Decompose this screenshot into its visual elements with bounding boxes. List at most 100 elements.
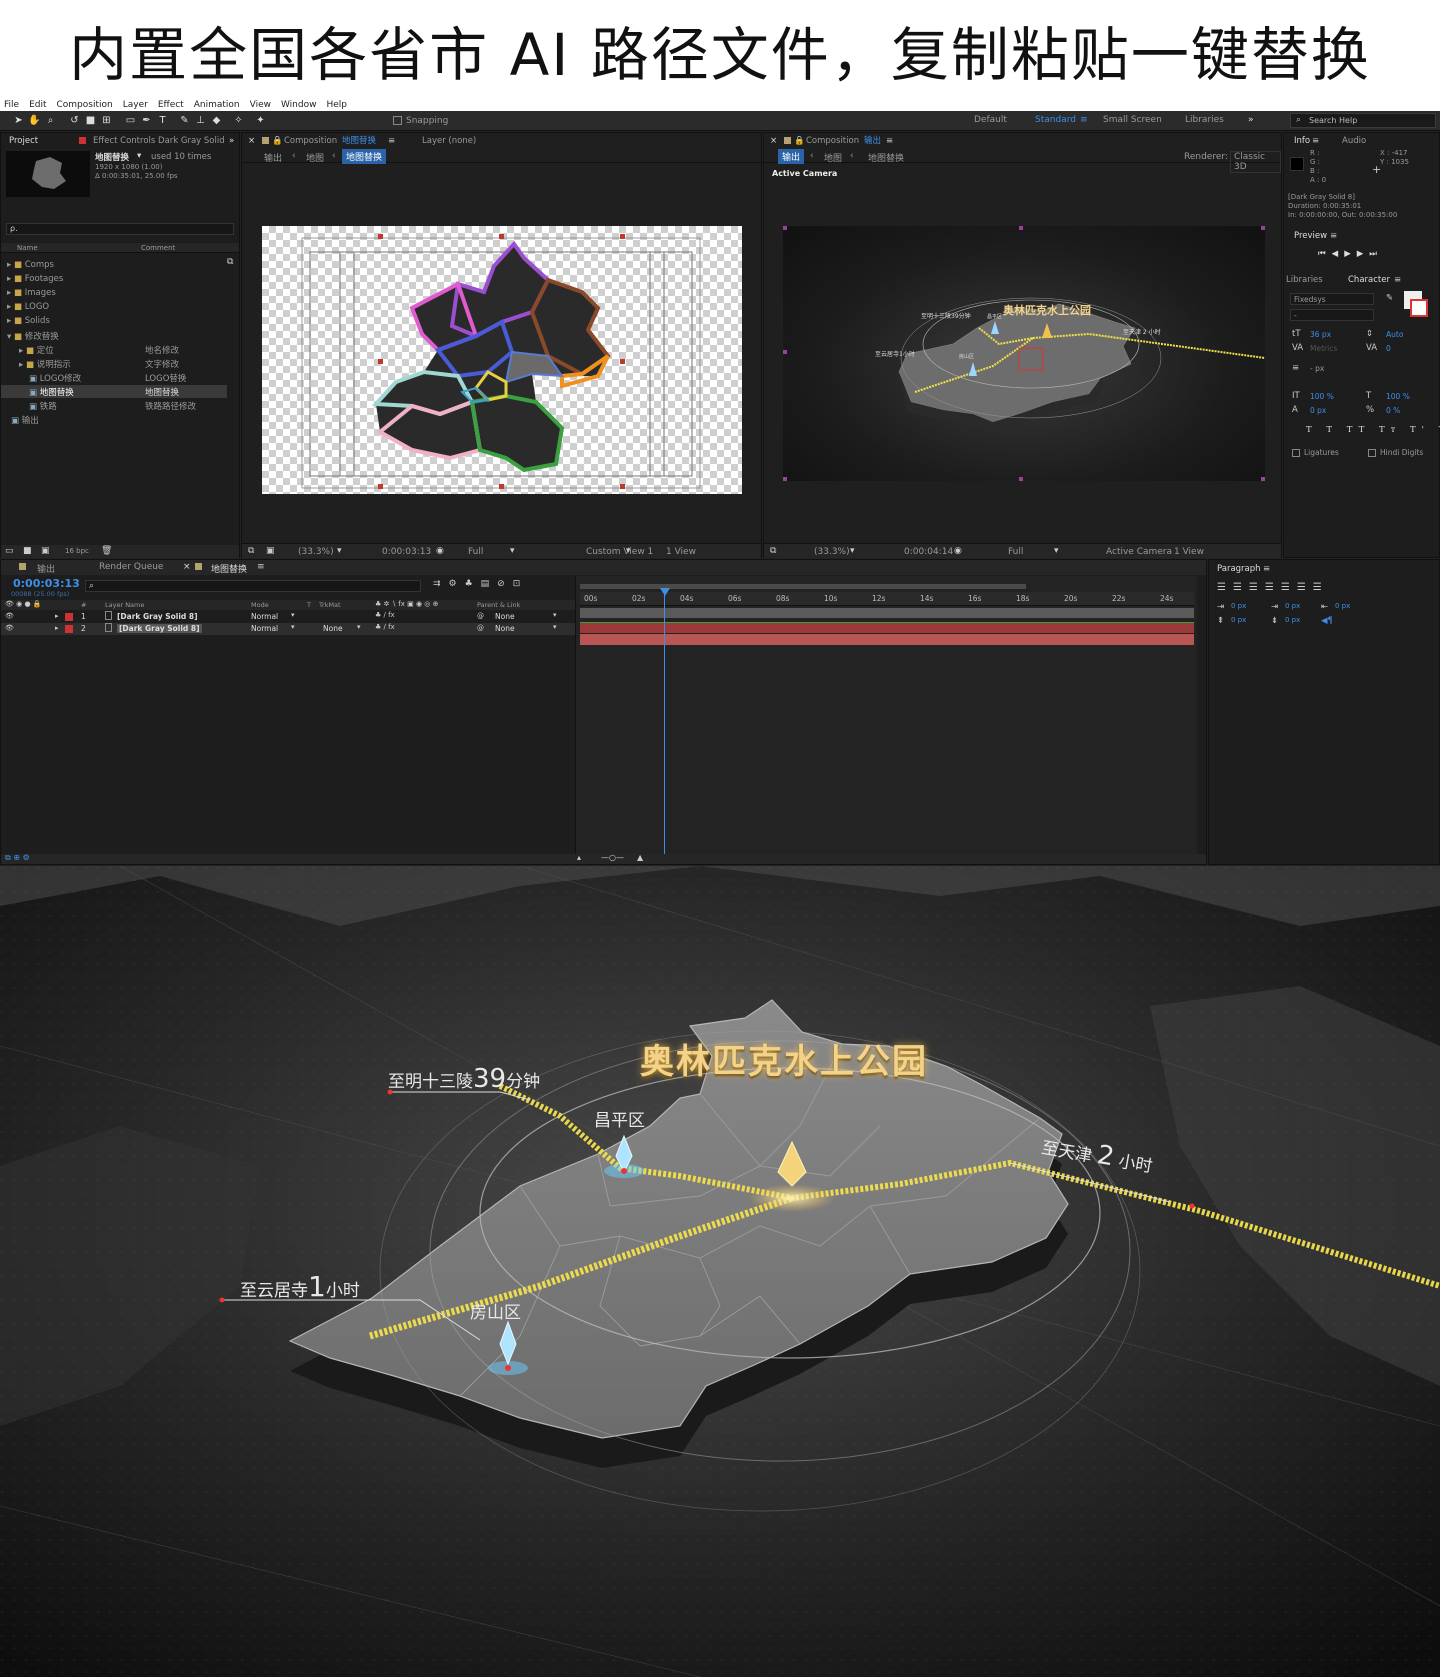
search-help-field[interactable]: ⌕ Search Help [1290,113,1436,128]
ligatures-checkbox[interactable] [1292,449,1300,457]
workspace-default[interactable]: Default [974,115,1007,125]
snapshot-icon[interactable]: ◉ [954,546,962,556]
resolution-dropdown-icon[interactable]: ▾ [1054,546,1059,556]
view-dropdown-icon[interactable]: ▾ [626,546,631,556]
list-item-selected[interactable]: ▣ 地图替换 [29,386,74,398]
column-comment[interactable]: Comment [141,244,175,252]
roto-brush-tool-icon[interactable]: ✧ [232,114,245,127]
playhead-icon[interactable] [660,588,670,596]
direction-ltr-icon[interactable]: ◀¶ [1321,616,1333,626]
layer-name[interactable]: [Dark Gray Solid 8] [117,612,198,621]
column-parent[interactable]: Parent & Link [477,601,520,609]
tab-menu-icon[interactable]: ≡ [1263,564,1270,574]
workspace-standard[interactable]: Standard [1035,115,1076,125]
new-folder-icon[interactable]: ■ [23,546,32,556]
layer-switches[interactable]: ♣ ∕ fx [375,611,395,619]
list-item[interactable]: ▸ ■ 定位 [19,344,54,356]
current-time-indicator[interactable] [664,588,665,854]
close-tab-icon[interactable]: × [770,133,777,149]
flowchart-icon[interactable]: ⧉ [227,257,233,267]
current-time[interactable]: 0:00:03:13 [382,547,431,557]
tab-layer[interactable]: Layer (none) [422,133,476,149]
collapse-arrow-icon[interactable]: ▾ [7,332,11,342]
next-frame-icon[interactable]: ▶ [1357,249,1370,259]
workspace-libraries[interactable]: Libraries [1185,115,1224,125]
layer-bar-1[interactable] [580,622,1194,633]
play-icon[interactable]: ▶ [1344,249,1357,259]
work-area-bar[interactable] [580,584,1026,589]
baseline-shift-value[interactable]: 0 px [1310,406,1326,415]
leading-value[interactable]: Auto [1386,330,1403,339]
space-before-value[interactable]: 0 px [1231,616,1246,624]
pickwhip-icon[interactable]: @ [477,624,484,632]
breadcrumb-map[interactable]: 地图 [306,151,324,164]
tab-menu-icon[interactable]: ≡ [1330,231,1337,241]
zoom-out-icon[interactable]: ▴ [577,853,581,862]
eraser-tool-icon[interactable]: ◆ [210,114,223,127]
list-item[interactable]: ▣ 铁路 [29,400,57,412]
project-search-input[interactable]: ρ. [6,223,234,235]
hand-tool-icon[interactable]: ✋ [28,114,41,127]
pan-behind-tool-icon[interactable]: ⊞ [100,114,113,127]
menu-view[interactable]: View [250,100,271,110]
list-item[interactable]: ▸ ■ Solids [7,316,50,326]
timeline-search-input[interactable]: ⌕ [85,580,421,592]
pen-tool-icon[interactable]: ✒ [140,114,153,127]
column-trkmat[interactable]: TrkMat [319,601,341,609]
parent-dropdown-icon[interactable]: ▾ [553,611,557,619]
indent-right-value[interactable]: 0 px [1335,602,1350,610]
layer-mode[interactable]: Normal [251,624,278,633]
indent-first-value[interactable]: 0 px [1285,602,1300,610]
layer-mode[interactable]: Normal [251,612,278,621]
zoom-tool-icon[interactable]: ⌕ [44,114,57,127]
column-name[interactable]: Name [17,244,38,252]
rectangle-tool-icon[interactable]: ▭ [124,114,137,127]
zoom-level[interactable]: (33.3%) [814,547,850,557]
breadcrumb-map[interactable]: 地图 [824,151,842,164]
timeline-current-time[interactable]: 0:00:03:13 [13,577,80,590]
grid-icon[interactable]: ▣ [266,546,275,556]
breadcrumb-map-replace[interactable]: 地图替换 [868,151,904,164]
resolution-select[interactable]: Full [468,547,483,557]
new-composition-icon[interactable]: ▣ [41,546,50,556]
magnify-icon[interactable]: ⧉ [248,546,254,556]
tab-menu-icon[interactable]: ≡ [257,562,265,572]
list-item[interactable]: ▣ LOGO修改 [29,372,81,384]
workspace-menu-icon[interactable]: ≡ [1080,115,1088,125]
breadcrumb-map-replace[interactable]: 地图替换 [342,149,387,164]
view-select[interactable]: Active Camera [1106,547,1172,557]
tab-paragraph[interactable]: Paragraph [1217,564,1261,574]
column-mode[interactable]: Mode [251,601,269,609]
type-style-buttons[interactable]: T T TT Tт T' T, [1306,425,1440,435]
tab-output[interactable]: 输出 [37,562,55,575]
horizontal-scale-value[interactable]: 100 % [1386,392,1410,401]
font-style-select[interactable]: - [1290,309,1374,321]
column-layer-name[interactable]: Layer Name [105,601,144,609]
menu-animation[interactable]: Animation [194,100,240,110]
tab-menu-icon[interactable]: ≡ [1394,275,1401,285]
hindi-digits-checkbox[interactable] [1368,449,1376,457]
trkmat-dropdown-icon[interactable]: ▾ [357,623,361,631]
panel-menu-icon[interactable]: » [229,133,234,149]
expand-arrow-icon[interactable]: ▸ [7,316,11,326]
list-item[interactable]: ▸ ■ Comps [7,260,54,270]
tab-effect-controls[interactable]: Effect Controls Dark Gray Solid [93,133,225,149]
puppet-pin-tool-icon[interactable]: ✦ [254,114,267,127]
tab-render-queue[interactable]: Render Queue [99,562,163,572]
expand-arrow-icon[interactable]: ▸ [7,260,11,270]
layer-name[interactable]: [Dark Gray Solid 8] [117,624,202,633]
layer-bar-2[interactable] [580,634,1194,645]
eyedropper-icon[interactable]: ✎ [1386,293,1393,303]
workspace-small-screen[interactable]: Small Screen [1103,115,1162,125]
tracking-value[interactable]: 0 [1386,344,1391,353]
magnify-icon[interactable]: ⧉ [770,546,776,556]
list-item[interactable]: ▸ ■ Footages [7,274,63,284]
resolution-select[interactable]: Full [1008,547,1023,557]
current-time[interactable]: 0:00:04:14 [904,547,953,557]
pickwhip-icon[interactable]: @ [477,612,484,620]
list-item[interactable]: ▣ 输出 [11,414,39,426]
type-tool-icon[interactable]: T [156,114,169,127]
snapping-checkbox[interactable] [393,116,402,125]
expand-arrow-icon[interactable]: ▸ [19,360,23,370]
rotate-tool-icon[interactable]: ↺ [68,114,81,127]
